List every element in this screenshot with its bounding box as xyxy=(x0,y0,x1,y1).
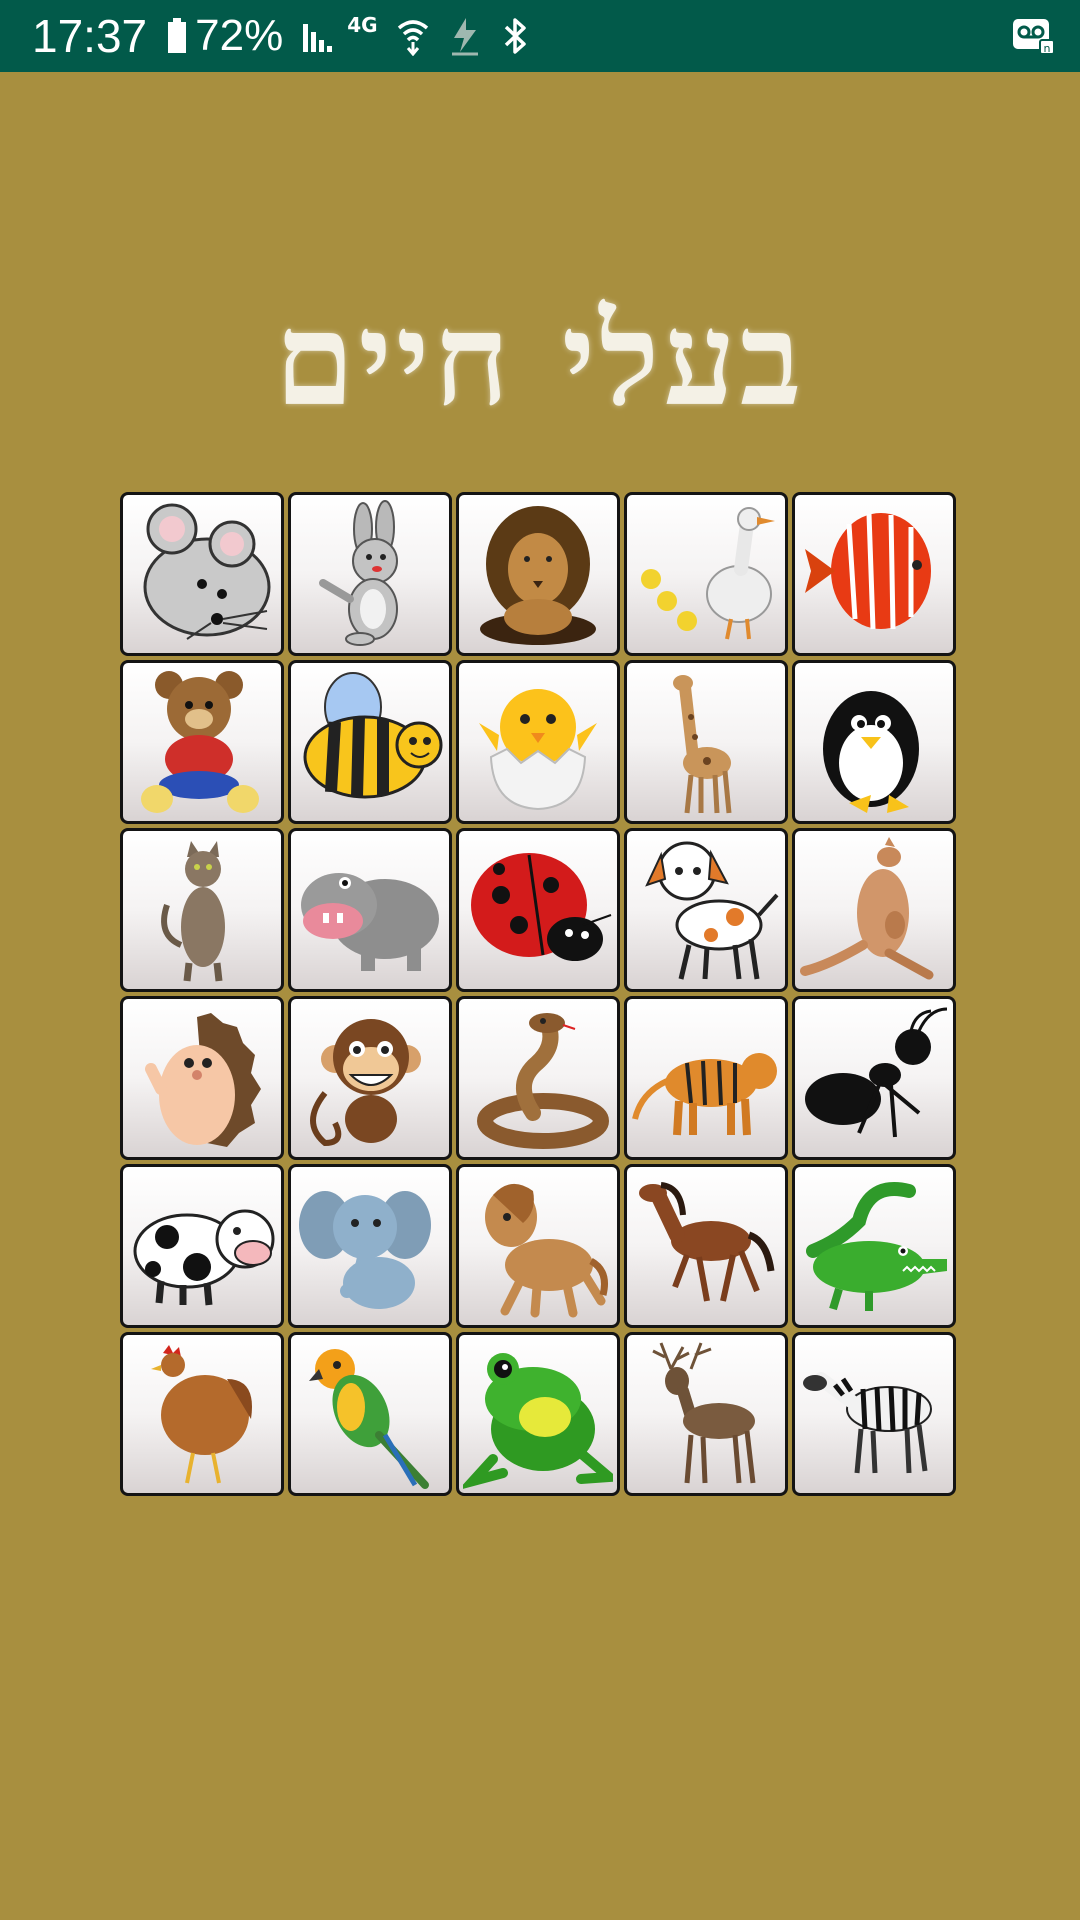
teddy-bear-icon xyxy=(141,671,259,813)
tile-snake[interactable] xyxy=(456,996,620,1160)
hedgehog-icon xyxy=(145,1013,261,1147)
animal-grid xyxy=(120,492,956,1496)
parrot-icon xyxy=(309,1349,429,1489)
page-title: בעלי חיים xyxy=(274,285,806,435)
tile-horse-cartoon[interactable] xyxy=(456,1164,620,1328)
cat-icon xyxy=(161,841,225,982)
tile-ladybug[interactable] xyxy=(456,828,620,992)
lion-icon xyxy=(480,506,596,645)
fish-icon xyxy=(805,513,931,630)
dog-icon xyxy=(645,841,779,980)
tile-penguin[interactable] xyxy=(792,660,956,824)
zebra-icon xyxy=(803,1372,932,1474)
tile-fish[interactable] xyxy=(792,492,956,656)
horse-cartoon-icon xyxy=(485,1183,608,1318)
tile-elephant[interactable] xyxy=(288,1164,452,1328)
tile-mouse[interactable] xyxy=(120,492,284,656)
tile-hippo[interactable] xyxy=(288,828,452,992)
svg-text:n: n xyxy=(1044,42,1051,54)
chick-icon xyxy=(479,689,597,811)
status-battery: 72% xyxy=(195,11,284,60)
battery-icon xyxy=(168,18,187,53)
tile-teddy-bear[interactable] xyxy=(120,660,284,824)
tile-dog[interactable] xyxy=(624,828,788,992)
bee-icon xyxy=(303,672,443,799)
ladybug-icon xyxy=(471,853,612,961)
horse-icon xyxy=(639,1182,775,1302)
goose-icon xyxy=(641,507,775,640)
download-icon xyxy=(451,18,478,56)
tile-frog[interactable] xyxy=(456,1332,620,1496)
tile-parrot[interactable] xyxy=(288,1332,452,1496)
tile-lion[interactable] xyxy=(456,492,620,656)
voicemail-icon: n xyxy=(1013,19,1054,54)
status-time: 17:37 xyxy=(32,10,148,62)
tile-kangaroo[interactable] xyxy=(792,828,956,992)
frog-icon xyxy=(463,1353,613,1489)
hen-icon xyxy=(151,1345,252,1484)
tile-hedgehog[interactable] xyxy=(120,996,284,1160)
giraffe-icon xyxy=(673,675,732,814)
bluetooth-icon xyxy=(504,18,526,54)
rabbit-icon xyxy=(319,500,398,646)
elephant-icon xyxy=(299,1191,431,1309)
tile-goose[interactable] xyxy=(624,492,788,656)
tile-tiger[interactable] xyxy=(624,996,788,1160)
tile-monkey[interactable] xyxy=(288,996,452,1160)
hippo-icon xyxy=(301,873,439,971)
deer-icon xyxy=(652,1342,756,1484)
tile-ant[interactable] xyxy=(792,996,956,1160)
tile-zebra[interactable] xyxy=(792,1332,956,1496)
tile-bee[interactable] xyxy=(288,660,452,824)
tiger-icon xyxy=(632,1053,777,1136)
cow-icon xyxy=(133,1209,275,1306)
network-type-label: 4G xyxy=(347,13,378,37)
tile-horse[interactable] xyxy=(624,1164,788,1328)
tile-deer[interactable] xyxy=(624,1332,788,1496)
tile-giraffe[interactable] xyxy=(624,660,788,824)
status-bar: 17:37 72% 4G n xyxy=(0,0,1080,72)
ant-icon xyxy=(805,1007,948,1138)
kangaroo-icon xyxy=(800,837,934,980)
tile-crocodile[interactable] xyxy=(792,1164,956,1328)
crocodile-icon xyxy=(806,1182,947,1311)
tile-rabbit[interactable] xyxy=(288,492,452,656)
monkey-icon xyxy=(310,1019,421,1147)
penguin-icon xyxy=(823,691,919,813)
tile-cat[interactable] xyxy=(120,828,284,992)
snake-icon xyxy=(477,1013,609,1149)
mouse-icon xyxy=(143,503,271,640)
signal-icon xyxy=(303,24,333,52)
tile-hen[interactable] xyxy=(120,1332,284,1496)
wifi-icon xyxy=(397,20,428,56)
tile-cow[interactable] xyxy=(120,1164,284,1328)
tile-chick[interactable] xyxy=(456,660,620,824)
